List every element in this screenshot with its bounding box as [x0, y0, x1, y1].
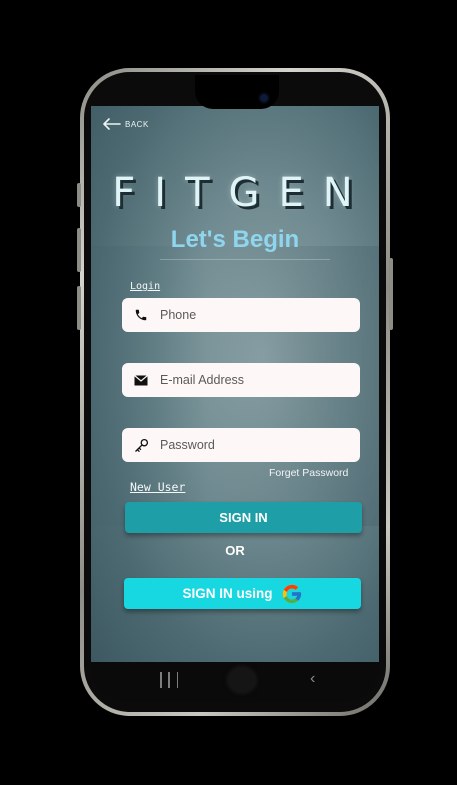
mute-switch: [77, 183, 81, 207]
sign-in-button[interactable]: SIGN IN: [125, 502, 362, 533]
login-label: Login: [130, 281, 161, 292]
google-sign-in-button[interactable]: SIGN IN using: [124, 578, 361, 609]
phone-placeholder: Phone: [160, 308, 197, 322]
recents-nav-icon[interactable]: [160, 672, 178, 688]
page-title: Let's Begin: [170, 226, 300, 253]
google-logo-icon: [282, 584, 301, 603]
sign-in-label: SIGN IN: [219, 510, 268, 525]
back-button[interactable]: BACK: [103, 118, 149, 130]
phone-icon: [122, 308, 160, 322]
app-logo: FITGEN: [112, 170, 372, 216]
arrow-left-icon: [103, 118, 121, 130]
power-button: [389, 258, 393, 330]
password-placeholder: Password: [160, 438, 215, 452]
volume-down-button: [77, 286, 81, 330]
forget-password-link[interactable]: Forget Password: [269, 467, 348, 479]
new-user-link[interactable]: New User: [130, 480, 185, 494]
email-field[interactable]: E-mail Address: [122, 363, 360, 397]
back-label: BACK: [125, 119, 149, 129]
google-sign-in-label: SIGN IN using: [182, 586, 273, 601]
phone-field[interactable]: Phone: [122, 298, 360, 332]
front-camera: [260, 94, 268, 102]
volume-up-button: [77, 228, 81, 272]
key-icon: [122, 438, 160, 453]
or-divider: OR: [225, 543, 245, 558]
home-nav-icon[interactable]: [229, 668, 255, 692]
title-divider: [160, 259, 330, 260]
dynamic-island: [195, 75, 279, 109]
back-nav-icon[interactable]: ‹: [310, 670, 315, 688]
password-field[interactable]: Password: [122, 428, 360, 462]
email-placeholder: E-mail Address: [160, 373, 245, 387]
envelope-icon: [122, 374, 160, 386]
